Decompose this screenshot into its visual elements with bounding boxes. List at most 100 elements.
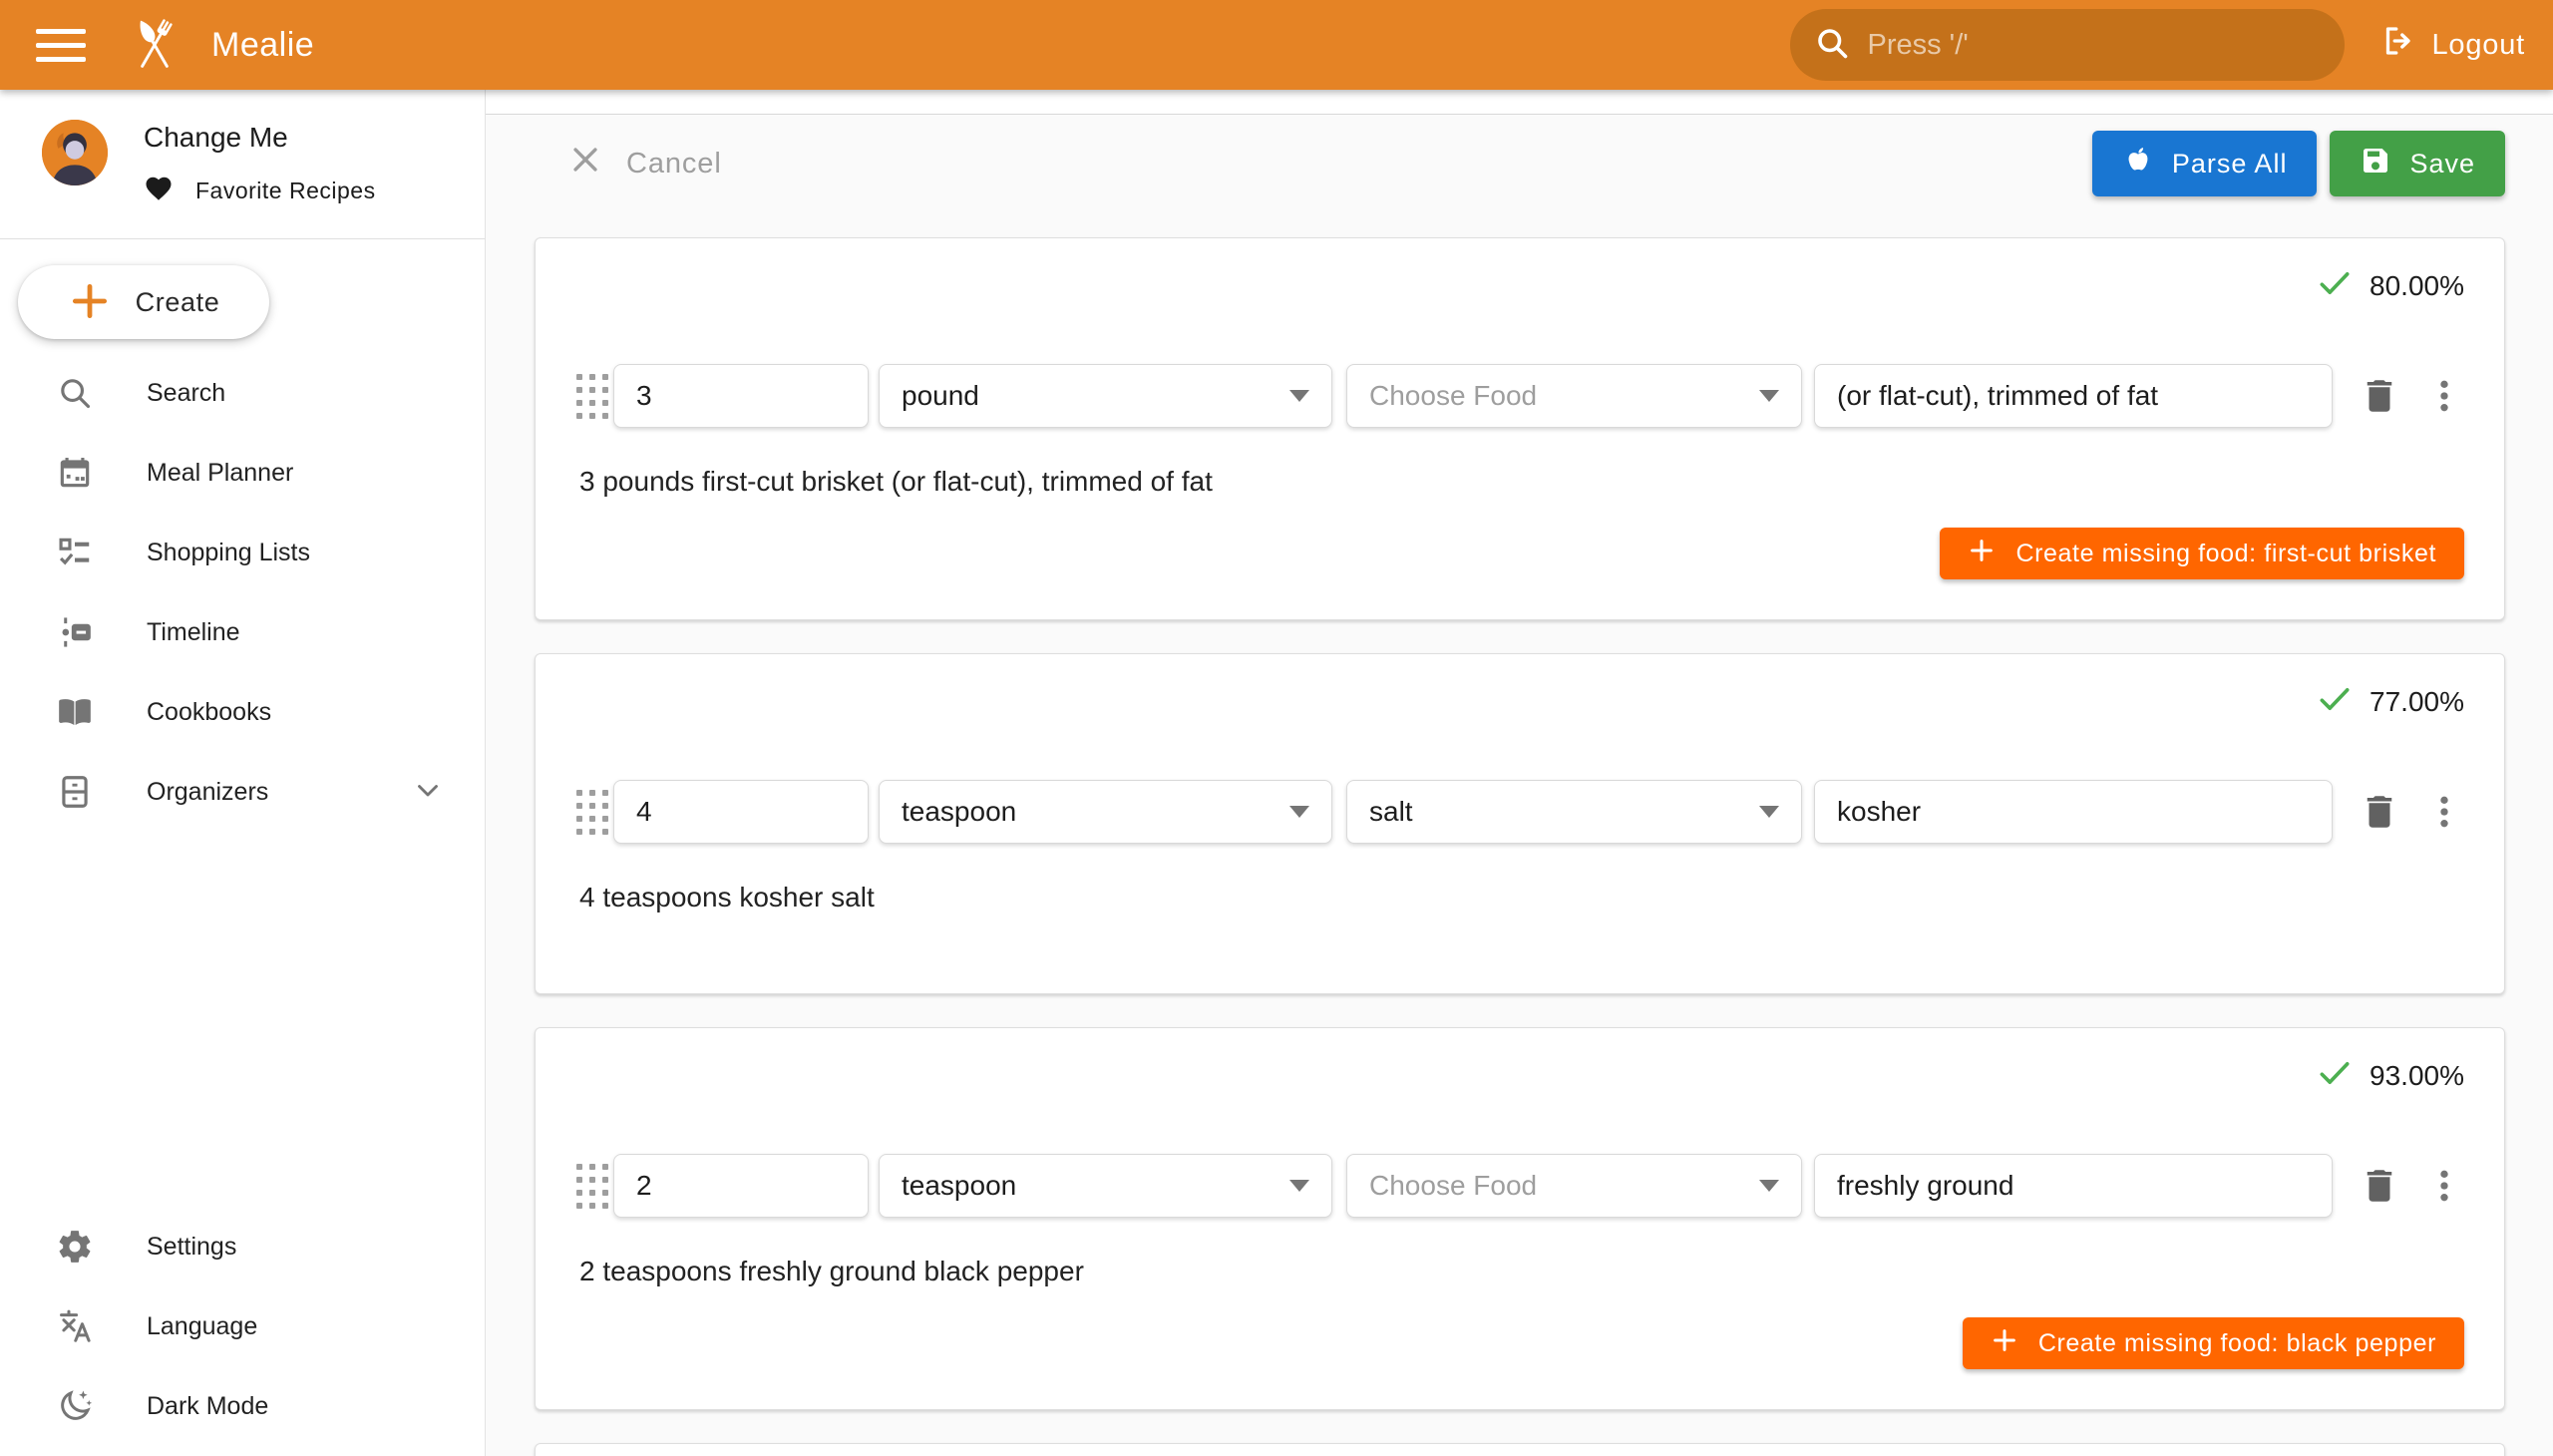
previous-card-edge (486, 90, 2553, 115)
logout-icon (2380, 23, 2416, 67)
sidebar-nav: Search Meal Planner (0, 353, 485, 832)
delete-button[interactable] (2359, 1165, 2400, 1207)
apple-icon (2122, 145, 2154, 183)
note-input[interactable] (1814, 780, 2333, 844)
delete-button[interactable] (2359, 791, 2400, 833)
app-bar: Mealie Logout (0, 0, 2553, 90)
create-button[interactable]: Create (18, 265, 269, 339)
favorite-recipes-link[interactable]: Favorite Recipes (144, 174, 376, 208)
cancel-button[interactable]: Cancel (568, 143, 722, 184)
close-icon (568, 143, 602, 184)
note-input[interactable] (1814, 364, 2333, 428)
ingredient-parser-page: Cancel Parse All Save (486, 90, 2553, 1456)
card-actions: Create missing food: first-cut brisket (575, 528, 2464, 579)
sidebar-item-dark-mode[interactable]: Dark Mode (0, 1366, 485, 1446)
confidence-row: 80.00% (575, 266, 2464, 306)
more-options-button[interactable] (2424, 1166, 2464, 1206)
food-select[interactable]: Choose Food (1346, 364, 1802, 428)
unit-value: teaspoon (902, 1170, 1016, 1202)
plus-icon (68, 279, 112, 326)
heart-icon (144, 174, 174, 208)
save-label: Save (2409, 149, 2475, 180)
save-button[interactable]: Save (2330, 131, 2505, 196)
amount-input[interactable] (613, 364, 869, 428)
caret-down-icon (1759, 390, 1779, 402)
sidebar-item-settings[interactable]: Settings (0, 1207, 485, 1286)
check-icon (2316, 680, 2354, 725)
parse-all-label: Parse All (2172, 149, 2288, 180)
drag-handle-icon[interactable] (575, 787, 609, 837)
create-missing-food-label: Create missing food: black pepper (2038, 1329, 2436, 1358)
drag-handle-icon[interactable] (575, 371, 609, 421)
food-value: salt (1369, 796, 1413, 828)
confidence-row: 77.00% (575, 682, 2464, 722)
food-select[interactable]: Choose Food (1346, 1154, 1802, 1218)
gear-icon (55, 1227, 95, 1267)
create-missing-food-button[interactable]: Create missing food: first-cut brisket (1940, 528, 2464, 579)
unit-select[interactable]: teaspoon (879, 780, 1332, 844)
sidebar-item-cookbooks[interactable]: Cookbooks (0, 672, 485, 752)
app-title: Mealie (211, 26, 314, 65)
user-profile[interactable]: Change Me Favorite Recipes (0, 90, 485, 208)
parse-all-button[interactable]: Parse All (2092, 131, 2318, 196)
confidence-value: 80.00% (2370, 270, 2464, 302)
delete-button[interactable] (2359, 375, 2400, 417)
caret-down-icon (1759, 806, 1779, 818)
unit-select[interactable]: pound (879, 364, 1332, 428)
moon-stars-icon (55, 1386, 95, 1426)
plus-icon (1968, 537, 1996, 571)
cancel-label: Cancel (626, 148, 722, 181)
search-icon (1814, 25, 1850, 66)
ingredient-card: 80.00% pound Choose Food (535, 237, 2505, 620)
food-placeholder: Choose Food (1369, 380, 1537, 412)
sidebar-bottom-nav: Settings Language (0, 1207, 485, 1446)
unit-select[interactable]: teaspoon (879, 1154, 1332, 1218)
amount-input[interactable] (613, 1154, 869, 1218)
unit-value: teaspoon (902, 796, 1016, 828)
original-ingredient-text: 4 teaspoons kosher salt (579, 882, 2464, 913)
original-ingredient-text: 3 pounds first-cut brisket (or flat-cut)… (579, 466, 2464, 498)
unit-value: pound (902, 380, 979, 412)
sidebar-item-language[interactable]: Language (0, 1286, 485, 1366)
avatar (42, 120, 108, 185)
timeline-icon (55, 612, 95, 652)
create-missing-food-label: Create missing food: first-cut brisket (2015, 540, 2436, 568)
more-options-button[interactable] (2424, 792, 2464, 832)
parser-toolbar: Cancel Parse All Save (535, 131, 2505, 196)
chevron-down-icon (411, 773, 445, 812)
plus-icon (1991, 1326, 2018, 1361)
card-actions: Create missing food: black pepper (575, 1317, 2464, 1369)
caret-down-icon (1289, 1180, 1309, 1192)
ingredient-fields: pound Choose Food (575, 364, 2464, 428)
caret-down-icon (1759, 1180, 1779, 1192)
create-missing-food-button[interactable]: Create missing food: black pepper (1963, 1317, 2464, 1369)
create-label: Create (136, 287, 220, 318)
open-book-icon (55, 692, 95, 732)
sidebar: Change Me Favorite Recipes Create (0, 90, 486, 1456)
menu-icon[interactable] (28, 12, 94, 78)
drag-handle-icon[interactable] (575, 1161, 609, 1211)
sidebar-divider (0, 238, 485, 239)
search-bar[interactable] (1790, 9, 2345, 81)
caret-down-icon (1289, 806, 1309, 818)
original-ingredient-text: 2 teaspoons freshly ground black pepper (579, 1256, 2464, 1287)
sidebar-item-timeline[interactable]: Timeline (0, 592, 485, 672)
user-name: Change Me (144, 122, 376, 154)
confidence-value: 77.00% (2370, 686, 2464, 718)
logout-button[interactable]: Logout (2380, 23, 2526, 67)
sidebar-item-shopping-lists[interactable]: Shopping Lists (0, 513, 485, 592)
note-input[interactable] (1814, 1154, 2333, 1218)
search-input[interactable] (1868, 29, 2321, 62)
more-options-button[interactable] (2424, 376, 2464, 416)
floppy-disk-icon (2360, 145, 2391, 183)
checklist-icon (55, 533, 95, 572)
food-placeholder: Choose Food (1369, 1170, 1537, 1202)
ingredient-card: 93.00% teaspoon Choose Food (535, 1027, 2505, 1410)
sidebar-item-search[interactable]: Search (0, 353, 485, 433)
logout-label: Logout (2432, 29, 2526, 62)
favorite-recipes-label: Favorite Recipes (195, 178, 376, 204)
food-select[interactable]: salt (1346, 780, 1802, 844)
sidebar-item-meal-planner[interactable]: Meal Planner (0, 433, 485, 513)
amount-input[interactable] (613, 780, 869, 844)
sidebar-item-organizers[interactable]: Organizers (0, 752, 485, 832)
